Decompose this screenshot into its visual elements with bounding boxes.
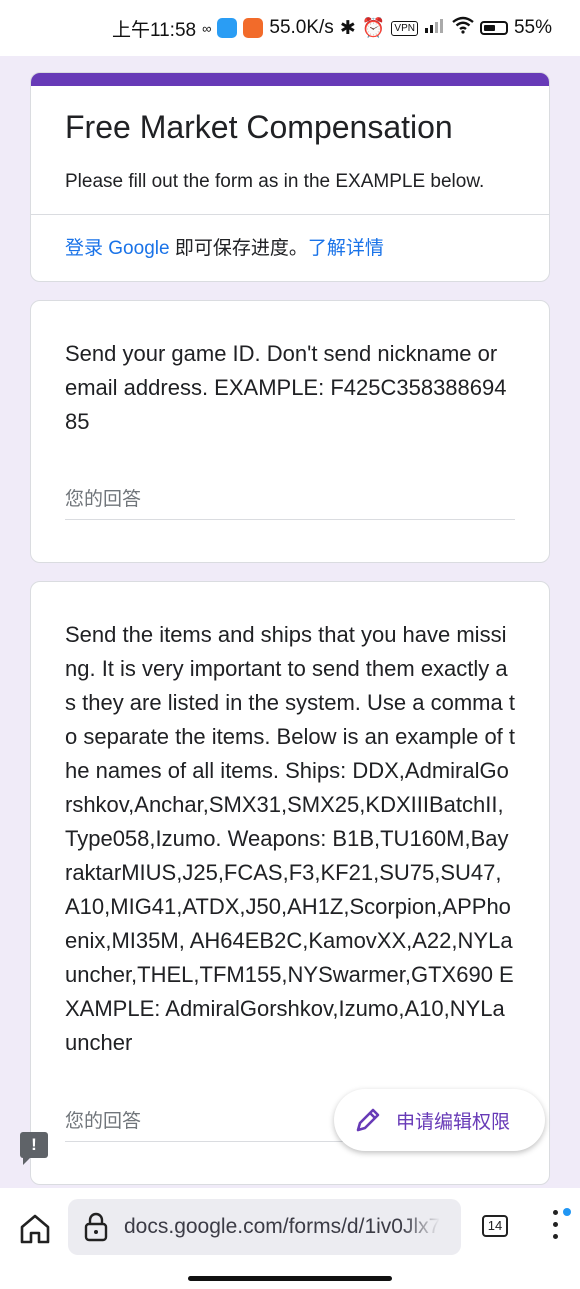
battery-percent: 55% <box>513 17 552 38</box>
form-accent-bar <box>31 73 549 86</box>
url-text: docs.google.com/forms/d/1iv0Jlx7 <box>124 1215 441 1238</box>
status-time: 上午11:58 <box>111 19 197 41</box>
more-menu-icon[interactable] <box>548 1210 562 1250</box>
signin-notice: 登录 Google 即可保存进度。了解详情 <box>65 233 384 260</box>
link-icon: ∞ <box>202 20 212 36</box>
vpn-badge: VPN <box>391 20 418 36</box>
pencil-icon <box>356 1108 380 1132</box>
divider <box>31 214 549 215</box>
request-edit-access-button[interactable]: 申请编辑权限 <box>334 1089 545 1151</box>
status-bar: 上午11:58 ∞ 55.0K/s ✱ ⏰ VPN 55% <box>0 0 580 56</box>
form-title: Free Market Compensation <box>65 109 453 145</box>
update-badge <box>563 1208 571 1216</box>
question-text: Send the items and ships that you have m… <box>65 622 516 1055</box>
question-text: Send your game ID. Don't send nickname o… <box>65 341 507 434</box>
bluetooth-icon: ✱ <box>339 17 356 39</box>
battery-icon <box>479 21 508 35</box>
app-notification-icon <box>243 18 264 38</box>
signin-text: 即可保存进度。 <box>169 238 308 259</box>
report-feedback-icon[interactable]: ! <box>20 1132 48 1165</box>
form-header-card: Free Market Compensation Please fill out… <box>30 72 550 282</box>
gesture-bar <box>188 1276 392 1281</box>
browser-toolbar: docs.google.com/forms/d/1iv0Jlx7 14 <box>0 1188 580 1289</box>
signal-icon <box>424 17 446 39</box>
form-description: Please fill out the form as in the EXAMP… <box>65 171 485 192</box>
tab-switcher-button[interactable]: 14 <box>482 1215 508 1237</box>
alarm-icon: ⏰ <box>361 18 386 39</box>
request-edit-access-label: 申请编辑权限 <box>396 1111 511 1133</box>
question-card-game-id: Send your game ID. Don't send nickname o… <box>30 300 550 563</box>
learn-more-link[interactable]: 了解详情 <box>308 238 384 259</box>
address-bar[interactable]: docs.google.com/forms/d/1iv0Jlx7 <box>68 1199 461 1255</box>
lock-icon <box>84 1212 108 1242</box>
wifi-icon <box>452 16 474 40</box>
network-speed: 55.0K/s <box>269 17 334 38</box>
answer-input[interactable]: 您的回答 <box>65 484 515 520</box>
cloud-app-icon <box>217 18 238 38</box>
google-signin-link[interactable]: 登录 Google <box>65 238 170 259</box>
home-icon[interactable] <box>18 1212 52 1246</box>
